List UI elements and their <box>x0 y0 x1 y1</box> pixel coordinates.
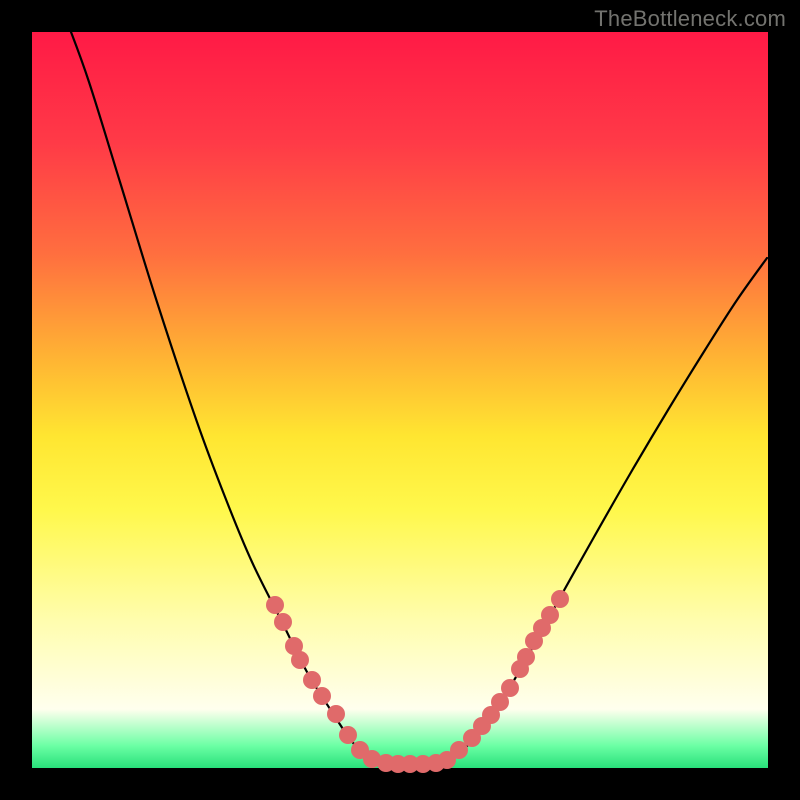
data-dot <box>551 590 569 608</box>
curve-left-branch <box>68 24 378 762</box>
data-dot <box>303 671 321 689</box>
curve-right-branch <box>440 258 767 763</box>
data-dot <box>274 613 292 631</box>
data-dot <box>313 687 331 705</box>
watermark-text: TheBottleneck.com <box>594 6 786 32</box>
data-dot <box>517 648 535 666</box>
data-dot <box>541 606 559 624</box>
data-dot <box>327 705 345 723</box>
data-dot <box>339 726 357 744</box>
data-dot <box>266 596 284 614</box>
data-dots <box>266 590 569 773</box>
data-dot <box>291 651 309 669</box>
data-dot <box>501 679 519 697</box>
chart-container: TheBottleneck.com <box>0 0 800 800</box>
chart-overlay <box>32 32 768 768</box>
